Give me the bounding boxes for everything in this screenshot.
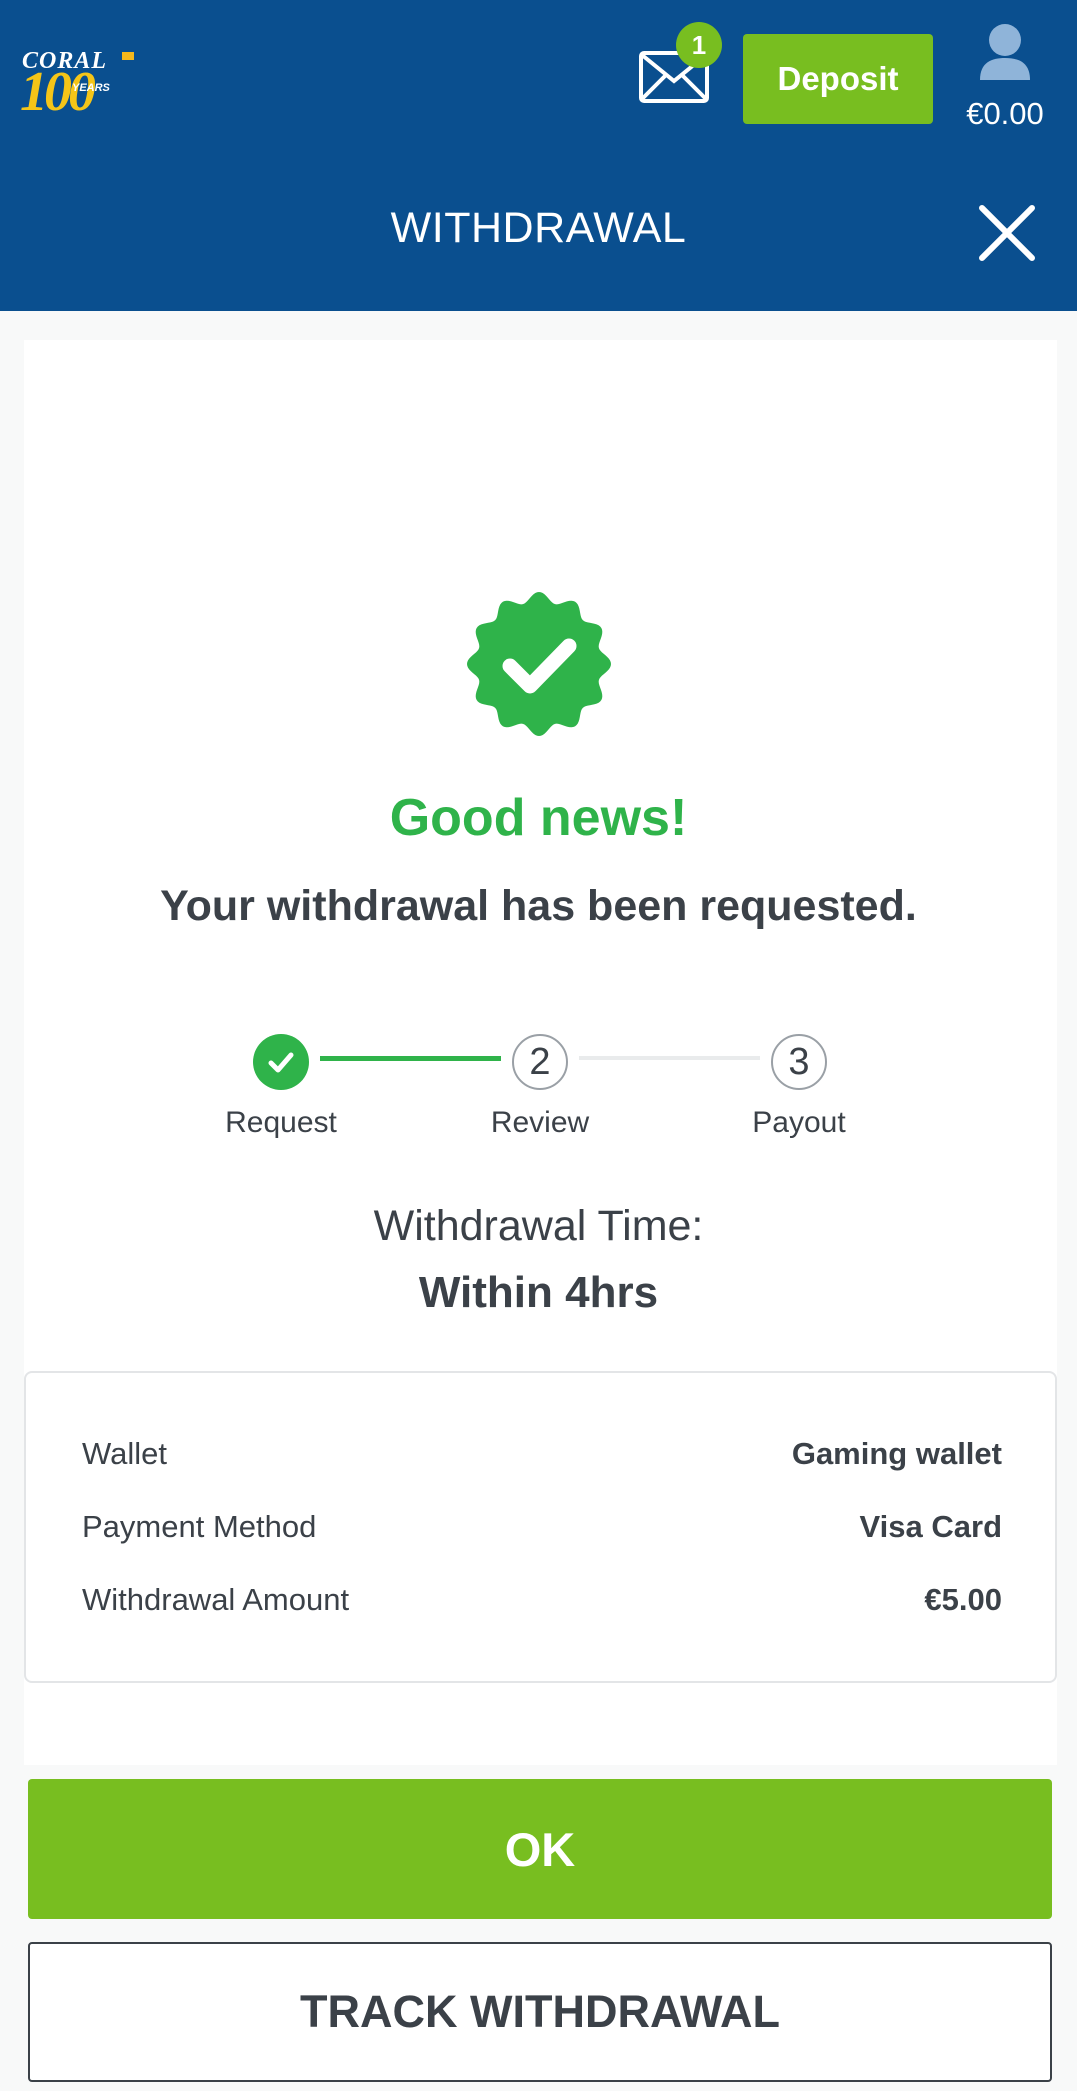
user-icon[interactable] <box>978 22 1032 82</box>
withdrawal-time-value: Within 4hrs <box>418 1268 659 1317</box>
progress-line-pending <box>579 1056 760 1060</box>
detail-value: €5.00 <box>924 1582 1002 1617</box>
page-title: WITHDRAWAL <box>390 204 687 252</box>
success-heading: Good news! <box>389 789 688 847</box>
detail-value: Gaming wallet <box>791 1436 1002 1471</box>
step-payout-number: 3 <box>771 1034 827 1090</box>
logo-years-text: YEARS <box>72 82 110 94</box>
deposit-button[interactable]: Deposit <box>743 34 933 124</box>
success-message: Your withdrawal has been requested. <box>160 882 917 930</box>
ok-button[interactable]: OK <box>28 1779 1052 1919</box>
progress-line-complete <box>320 1056 501 1061</box>
detail-value: Visa Card <box>859 1509 1002 1544</box>
verified-check-badge-icon <box>467 592 611 736</box>
account-balance[interactable]: €0.00 <box>950 96 1060 132</box>
close-icon[interactable] <box>978 204 1036 262</box>
detail-label: Payment Method <box>82 1509 317 1544</box>
step-review-number: 2 <box>512 1034 568 1090</box>
track-withdrawal-button[interactable]: TRACK WITHDRAWAL <box>28 1942 1052 2082</box>
withdrawal-details-panel: Wallet Gaming wallet Payment Method Visa… <box>24 1371 1057 1683</box>
detail-row-withdrawal-amount: Withdrawal Amount €5.00 <box>82 1575 1002 1625</box>
withdrawal-time-label: Withdrawal Time: <box>373 1202 704 1250</box>
logo-flag <box>122 52 134 60</box>
detail-row-wallet: Wallet Gaming wallet <box>82 1429 1002 1479</box>
coral-logo[interactable]: CORAL 100 YEARS <box>20 42 140 123</box>
detail-row-payment-method: Payment Method Visa Card <box>82 1502 1002 1552</box>
step-request-label: Request <box>225 1106 337 1139</box>
detail-label: Wallet <box>82 1436 167 1471</box>
top-header: CORAL 100 YEARS 1 Deposit €0.00 WITHDRAW… <box>0 0 1077 311</box>
step-request-complete-icon <box>253 1034 309 1090</box>
detail-label: Withdrawal Amount <box>82 1582 350 1617</box>
unread-count-badge: 1 <box>676 22 722 68</box>
step-review-label: Review <box>490 1106 590 1139</box>
step-payout-label: Payout <box>752 1106 846 1139</box>
